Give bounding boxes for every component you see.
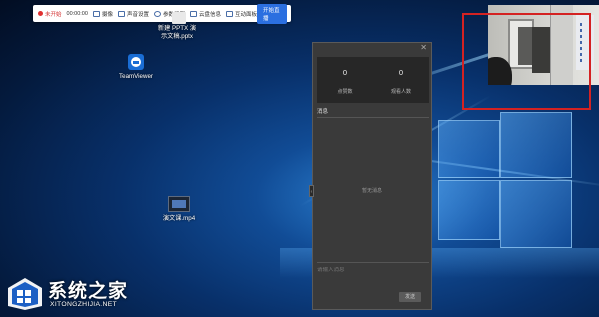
highlight-box — [462, 13, 591, 110]
desktop-icon-teamviewer[interactable]: TeamViewer — [110, 54, 162, 81]
desktop-icon-pptx[interactable]: 新建 PPTX 演 示文稿.pptx — [150, 25, 204, 40]
toolbar-sound-settings-button[interactable]: 声音设置 — [117, 10, 149, 18]
collapse-handle[interactable]: ‹ — [309, 185, 314, 197]
toolbar-item-label: 摄像 — [101, 11, 113, 18]
record-dot-icon — [38, 11, 43, 16]
message-icon — [189, 10, 197, 17]
close-icon[interactable]: ✕ — [420, 43, 427, 52]
send-button[interactable]: 发送 — [399, 292, 421, 302]
viewers-stat: 0 观看人数 — [373, 57, 429, 103]
start-live-button[interactable]: 开始直播 — [257, 3, 287, 24]
recording-status: 未开始 — [38, 10, 62, 18]
panel-titlebar[interactable]: ✕ — [313, 43, 431, 53]
panel-icon — [226, 10, 233, 17]
teamviewer-icon — [128, 54, 144, 70]
desktop-icon-label: 演文课.mp4 — [162, 215, 196, 222]
likes-stat: 0 点赞数 — [317, 57, 373, 103]
desktop-icon-label: TeamViewer — [119, 73, 153, 80]
toolbar-item-label: 云盘信息 — [198, 11, 221, 18]
sound-settings-icon — [117, 10, 125, 17]
timer: 00:00:00 — [67, 11, 88, 17]
divider — [317, 117, 429, 118]
likes-label: 点赞数 — [337, 89, 353, 95]
user-icon — [153, 10, 161, 17]
desktop-icon-mp4[interactable]: 演文课.mp4 — [152, 196, 206, 223]
status-label: 未开始 — [45, 11, 62, 18]
toolbar-item-label: 声音设置 — [126, 11, 149, 18]
live-toolbar: 未开始 00:00:00 摄像 声音设置 参数设置 云盘信息 互动面板 开始直播 — [33, 3, 291, 24]
watermark-chinese: 系统之家 — [48, 281, 129, 302]
camera-icon — [92, 10, 100, 17]
watermark-logo-icon — [8, 278, 42, 310]
windows-logo-pane — [438, 120, 500, 178]
messages-header: 消息 — [317, 109, 329, 115]
stats-box: 0 点赞数 0 观看人数 — [317, 57, 429, 103]
mp4-file-icon — [168, 196, 190, 212]
desktop-icon-label: 新建 PPTX 演 — [157, 25, 197, 32]
viewers-count: 0 — [398, 68, 404, 77]
toolbar-camera-button[interactable]: 摄像 — [92, 10, 113, 18]
viewers-label: 观看人数 — [390, 89, 411, 95]
toolbar-item-label: 互动面板 — [235, 11, 258, 18]
watermark-english: XITONGZHIJIA.NET — [50, 301, 117, 308]
empty-messages-text: 暂无消息 — [361, 188, 382, 194]
toolbar-cloud-info-button[interactable]: 云盘信息 — [189, 10, 221, 18]
windows-logo-pane — [500, 112, 572, 178]
watermark: 系统之家 XITONGZHIJIA.NET — [0, 274, 175, 317]
windows-logo-pane — [500, 180, 572, 248]
pptx-file-icon — [172, 12, 186, 24]
divider — [317, 262, 429, 263]
likes-count: 0 — [342, 68, 348, 77]
message-panel: ✕ 0 点赞数 0 观看人数 消息 暂无消息 发送 ‹ — [309, 42, 432, 310]
windows-logo-pane — [438, 180, 500, 240]
timer-text: 00:00:00 — [66, 10, 88, 17]
toolbar-interaction-panel-button[interactable]: 互动面板 — [226, 10, 257, 18]
message-input[interactable] — [317, 267, 425, 273]
desktop-icon-label: 示文稿.pptx — [161, 32, 193, 40]
